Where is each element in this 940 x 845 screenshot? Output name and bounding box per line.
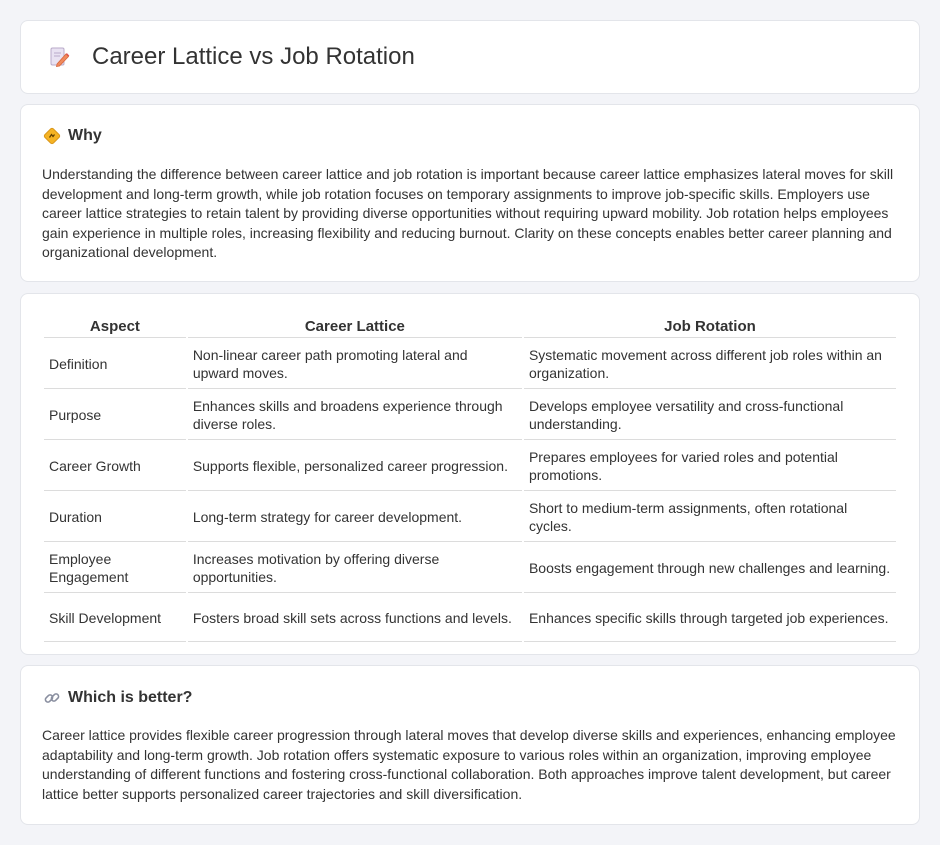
- table-header-row: Aspect Career Lattice Job Rotation: [44, 316, 896, 338]
- which-is-better-section: Which is better? Career lattice provides…: [20, 665, 920, 825]
- career-lattice-cell: Fosters broad skill sets across function…: [187, 595, 522, 642]
- career-lattice-cell: Long-term strategy for career developmen…: [187, 493, 522, 542]
- column-header-job-rotation: Job Rotation: [523, 316, 896, 338]
- job-rotation-cell: Boosts engagement through new challenges…: [523, 544, 896, 593]
- career-lattice-cell: Non-linear career path promoting lateral…: [187, 340, 522, 389]
- table-row: Skill Development Fosters broad skill se…: [44, 595, 896, 642]
- career-lattice-cell: Supports flexible, personalized career p…: [187, 442, 522, 491]
- aspect-cell: Career Growth: [44, 442, 186, 491]
- column-header-aspect: Aspect: [44, 316, 186, 338]
- aspect-cell: Duration: [44, 493, 186, 542]
- job-rotation-cell: Short to medium-term assignments, often …: [523, 493, 896, 542]
- job-rotation-cell: Systematic movement across different job…: [523, 340, 896, 389]
- career-lattice-cell: Enhances skills and broadens experience …: [187, 391, 522, 440]
- job-rotation-cell: Enhances specific skills through targete…: [523, 595, 896, 642]
- table-row: Employee Engagement Increases motivation…: [44, 544, 896, 593]
- document-pencil-icon: [50, 47, 70, 67]
- aspect-cell: Purpose: [44, 391, 186, 440]
- why-title: Why: [68, 127, 102, 144]
- aspect-cell: Employee Engagement: [44, 544, 186, 593]
- why-section: Why Understanding the difference between…: [20, 104, 920, 282]
- page-title: Career Lattice vs Job Rotation: [92, 43, 415, 70]
- which-is-better-title: Which is better?: [68, 689, 193, 706]
- diamond-sign-icon: [43, 127, 61, 145]
- career-lattice-cell: Increases motivation by offering diverse…: [187, 544, 522, 593]
- aspect-cell: Skill Development: [44, 595, 186, 642]
- table-row: Definition Non-linear career path promot…: [44, 340, 896, 389]
- aspect-cell: Definition: [44, 340, 186, 389]
- table-row: Purpose Enhances skills and broadens exp…: [44, 391, 896, 440]
- job-rotation-cell: Develops employee versatility and cross-…: [523, 391, 896, 440]
- comparison-section: Aspect Career Lattice Job Rotation Defin…: [20, 293, 920, 655]
- table-row: Duration Long-term strategy for career d…: [44, 493, 896, 542]
- link-icon: [44, 693, 60, 703]
- column-header-career-lattice: Career Lattice: [187, 316, 522, 338]
- comparison-table: Aspect Career Lattice Job Rotation Defin…: [42, 314, 898, 644]
- table-row: Career Growth Supports flexible, persona…: [44, 442, 896, 491]
- why-body: Understanding the difference between car…: [42, 166, 894, 261]
- job-rotation-cell: Prepares employees for varied roles and …: [523, 442, 896, 491]
- title-card: Career Lattice vs Job Rotation: [20, 20, 920, 94]
- which-is-better-body: Career lattice provides flexible career …: [42, 727, 896, 802]
